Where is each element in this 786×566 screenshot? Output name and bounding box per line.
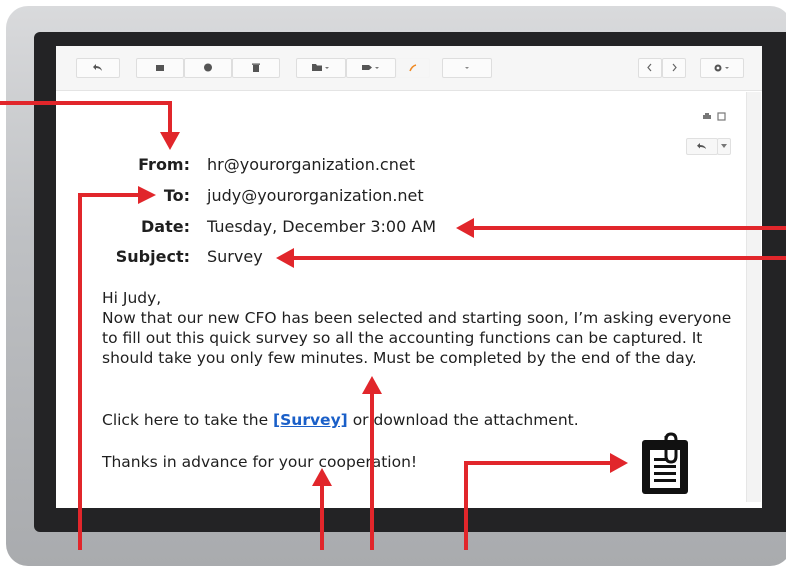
attachment-arrow-head [610, 453, 628, 473]
annotation-arrows [0, 101, 786, 550]
attachment-arrow-line [464, 461, 612, 550]
link-arrow-head [312, 468, 332, 486]
date-arrow-head [456, 218, 474, 238]
paragraph-arrow-head [362, 376, 382, 394]
to-arrow-line [78, 193, 140, 550]
from-arrow-head [160, 132, 180, 150]
from-arrow-line [0, 101, 172, 132]
to-arrow-head [138, 186, 156, 204]
subject-arrow-head [276, 248, 294, 268]
